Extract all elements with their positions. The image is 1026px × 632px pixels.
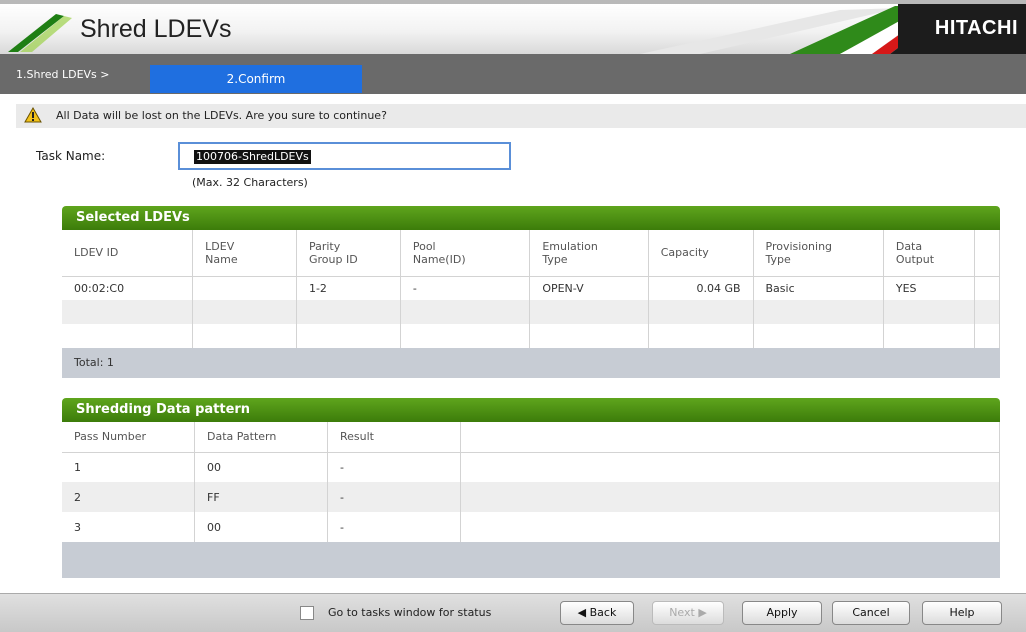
col-pool-name[interactable]: Pool Name(ID) — [400, 230, 531, 276]
task-name-hint: (Max. 32 Characters) — [192, 176, 308, 189]
col-parity-group-id[interactable]: Parity Group ID — [296, 230, 401, 276]
cell-emulation-type: OPEN-V — [529, 276, 649, 300]
cell-result: - — [327, 452, 461, 482]
col-ldev-id[interactable]: LDEV ID — [62, 230, 194, 276]
footer-bar: Go to tasks window for status ◀ Back Nex… — [0, 593, 1026, 632]
table-empty-area — [62, 542, 1000, 578]
total-count: Total: 1 — [62, 348, 1000, 378]
warning-text: All Data will be lost on the LDEVs. Are … — [56, 109, 387, 122]
title-bar: Shred LDEVs HITACHI — [0, 0, 1026, 54]
task-name-value: 100706-ShredLDEVs — [194, 150, 311, 164]
cancel-button[interactable]: Cancel — [832, 601, 910, 625]
go-to-tasks-checkbox[interactable] — [300, 606, 314, 620]
table-row[interactable]: 00:02:C0 1-2 - OPEN-V 0.04 GB Basic YES — [62, 276, 1000, 300]
wizard-step-confirm: 2.Confirm — [150, 65, 362, 93]
cell-pass-number: 2 — [62, 482, 195, 512]
table-row[interactable]: 3 00 - — [62, 512, 1000, 542]
col-ldev-name[interactable]: LDEV Name — [192, 230, 297, 276]
col-data-pattern[interactable]: Data Pattern — [194, 422, 328, 452]
selected-ldevs-title: Selected LDEVs — [62, 206, 1000, 230]
cell-result: - — [327, 482, 461, 512]
help-button[interactable]: Help — [922, 601, 1002, 625]
hitachi-logo: HITACHI — [934, 17, 1018, 39]
cell-data-output: YES — [883, 276, 976, 300]
cell-ldev-id: 00:02:C0 — [62, 276, 194, 300]
col-provisioning-type[interactable]: Provisioning Type — [753, 230, 884, 276]
warning-message: All Data will be lost on the LDEVs. Are … — [16, 104, 1026, 128]
table-row[interactable]: 1 00 - — [62, 452, 1000, 482]
col-filler — [974, 230, 1000, 276]
next-button[interactable]: Next ▶ — [652, 601, 724, 625]
cell-pass-number: 1 — [62, 452, 195, 482]
col-pass-number[interactable]: Pass Number — [62, 422, 195, 452]
wizard-steps-bar: 1.Shred LDEVs > 2.Confirm — [0, 54, 1026, 94]
col-result[interactable]: Result — [327, 422, 461, 452]
empty-row — [62, 324, 1000, 348]
cell-data-pattern: 00 — [194, 452, 328, 482]
go-to-tasks-label[interactable]: Go to tasks window for status — [328, 606, 491, 619]
task-name-input[interactable]: 100706-ShredLDEVs — [178, 142, 511, 170]
cell-data-pattern: FF — [194, 482, 328, 512]
shredding-pattern-title: Shredding Data pattern — [62, 398, 1000, 422]
back-button[interactable]: ◀ Back — [560, 601, 634, 625]
cell-data-pattern: 00 — [194, 512, 328, 542]
task-name-label: Task Name: — [36, 149, 106, 163]
left-swoosh-graphic — [8, 14, 72, 52]
cell-pass-number: 3 — [62, 512, 195, 542]
cell-pool-name: - — [400, 276, 531, 300]
wizard-step-shred-ldevs: 1.Shred LDEVs > — [16, 68, 110, 81]
selected-ldevs-table: LDEV ID LDEV Name Parity Group ID Pool Name… — [62, 230, 1000, 348]
col-capacity[interactable]: Capacity — [648, 230, 754, 276]
col-emulation-type[interactable]: Emulation Type — [529, 230, 649, 276]
apply-button[interactable]: Apply — [742, 601, 822, 625]
selected-ldevs-panel: Selected LDEVs LDEV ID LDEV Name Parity Gr… — [62, 206, 1000, 378]
cell-provisioning-type: Basic — [753, 276, 884, 300]
cell-capacity: 0.04 GB — [648, 276, 754, 300]
cell-result: - — [327, 512, 461, 542]
cell-parity-group: 1-2 — [296, 276, 401, 300]
table-row[interactable]: 2 FF - — [62, 482, 1000, 512]
empty-row — [62, 300, 1000, 324]
warning-icon — [24, 107, 42, 123]
shredding-pattern-table: Pass Number Data Pattern Result 1 00 - 2… — [62, 422, 1000, 542]
shredding-pattern-panel: Shredding Data pattern Pass Number Data … — [62, 398, 1000, 578]
col-filler — [460, 422, 1000, 452]
col-data-output[interactable]: Data Output — [883, 230, 976, 276]
window-title: Shred LDEVs — [80, 15, 232, 43]
cell-ldev-name — [192, 276, 297, 300]
